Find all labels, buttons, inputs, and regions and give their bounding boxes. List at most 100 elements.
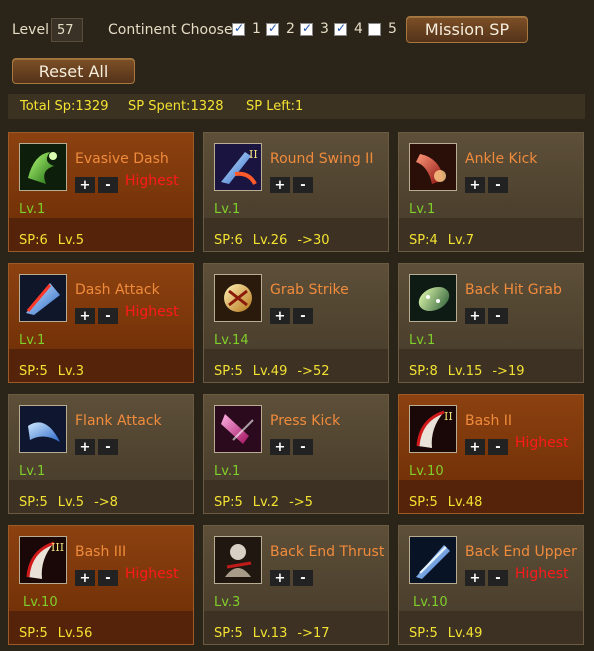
level-label: Level [12, 22, 49, 38]
minus-button[interactable]: - [488, 177, 508, 193]
continent-1-label: 1 [252, 21, 261, 37]
required-level: Lv.56 [57, 626, 93, 641]
minus-button[interactable]: - [98, 439, 118, 455]
minus-button[interactable]: - [488, 308, 508, 324]
back-hit-grab-icon [409, 274, 457, 322]
skill-name: Back End Upper [465, 544, 577, 560]
skill-card-dash-attack: Dash Attack + - Highest Lv.1 SP:5 Lv.3 [8, 263, 194, 383]
minus-button[interactable]: - [98, 177, 118, 193]
skill-name: Round Swing II [270, 151, 374, 167]
plus-button[interactable]: + [270, 308, 290, 324]
skill-card-flank-attack: Flank Attack + - Lv.1 SP:5 Lv.5 ->8 [8, 394, 194, 514]
skill-level: Lv.10 [409, 464, 444, 479]
skill-name: Back Hit Grab [465, 282, 562, 298]
back-end-upper-icon [409, 536, 457, 584]
skill-requirements: SP:5 Lv.48 [409, 495, 502, 510]
skill-level: Lv.10 [23, 595, 58, 610]
minus-button[interactable]: - [98, 308, 118, 324]
skill-name: Dash Attack [75, 282, 160, 298]
plus-button[interactable]: + [465, 439, 485, 455]
skill-card-evasive-dash: Evasive Dash + - Highest Lv.1 SP:6 Lv.5 [8, 132, 194, 252]
plus-button[interactable]: + [465, 177, 485, 193]
grab-strike-icon [214, 274, 262, 322]
skill-requirements: SP:4 Lv.7 [409, 233, 494, 248]
minus-button[interactable]: - [293, 308, 313, 324]
skill-level: Lv.14 [214, 333, 249, 348]
highest-label: Highest [515, 566, 569, 582]
sp-cost: SP:6 [214, 233, 243, 248]
minus-button[interactable]: - [293, 570, 313, 586]
skill-requirements: SP:6 Lv.26 ->30 [214, 233, 340, 248]
evasive-dash-icon [19, 143, 67, 191]
plus-button[interactable]: + [465, 570, 485, 586]
required-level: Lv.3 [57, 364, 85, 379]
skill-name: Flank Attack [75, 413, 162, 429]
sp-cost: SP:5 [214, 495, 243, 510]
plus-button[interactable]: + [75, 177, 95, 193]
header-bar: Level 57 Continent Choose: 1 2 3 4 5 Mis… [0, 0, 594, 58]
svg-text:II: II [444, 410, 453, 423]
required-level: Lv.2 [252, 495, 280, 510]
next-level: ->5 [289, 495, 313, 510]
minus-button[interactable]: - [488, 570, 508, 586]
plus-button[interactable]: + [75, 570, 95, 586]
continent-1-checkbox[interactable] [232, 21, 245, 36]
sp-spent: SP Spent:1328 [128, 99, 224, 114]
minus-button[interactable]: - [293, 177, 313, 193]
round-swing-icon: II [214, 143, 262, 191]
skill-name: Bash II [465, 413, 513, 429]
highest-label: Highest [515, 435, 569, 451]
continent-4-label: 4 [354, 21, 363, 37]
skill-level: Lv.1 [214, 202, 241, 217]
back-end-thrust-icon [214, 536, 262, 584]
skill-card-bash-iii: III Bash III + - Highest Lv.10 SP:5 Lv.56 [8, 525, 194, 645]
skill-level: Lv.10 [413, 595, 448, 610]
next-level: ->19 [492, 364, 525, 379]
minus-button[interactable]: - [98, 570, 118, 586]
plus-button[interactable]: + [75, 439, 95, 455]
skill-level: Lv.3 [214, 595, 241, 610]
skill-requirements: SP:5 Lv.56 [19, 626, 112, 641]
skill-name: Ankle Kick [465, 151, 538, 167]
continent-2-checkbox[interactable] [266, 21, 279, 36]
sp-cost: SP:5 [19, 364, 48, 379]
skill-level: Lv.1 [19, 464, 46, 479]
ankle-kick-icon [409, 143, 457, 191]
flank-attack-icon [19, 405, 67, 453]
sp-cost: SP:4 [409, 233, 438, 248]
plus-button[interactable]: + [75, 308, 95, 324]
mission-sp-button[interactable]: Mission SP [406, 16, 528, 43]
sp-cost: SP:5 [409, 495, 438, 510]
skill-level: Lv.1 [409, 333, 436, 348]
required-level: Lv.26 [252, 233, 288, 248]
highest-label: Highest [125, 566, 179, 582]
skill-level: Lv.1 [19, 333, 46, 348]
required-level: Lv.5 [57, 495, 85, 510]
highest-label: Highest [125, 304, 179, 320]
continent-5-checkbox[interactable] [368, 23, 381, 36]
continent-3-checkbox[interactable] [300, 21, 313, 36]
skill-card-ankle-kick: Ankle Kick + - Lv.1 SP:4 Lv.7 [398, 132, 584, 252]
plus-button[interactable]: + [270, 570, 290, 586]
skill-requirements: SP:6 Lv.5 [19, 233, 104, 248]
plus-button[interactable]: + [270, 177, 290, 193]
minus-button[interactable]: - [488, 439, 508, 455]
skill-card-back-end-upper: Back End Upper + - Highest Lv.10 SP:5 Lv.… [398, 525, 584, 645]
skill-name: Evasive Dash [75, 151, 169, 167]
svg-text:II: II [249, 148, 258, 161]
continent-4-checkbox[interactable] [334, 21, 347, 36]
plus-button[interactable]: + [270, 439, 290, 455]
skill-level: Lv.1 [214, 464, 241, 479]
skill-card-back-hit-grab: Back Hit Grab + - Lv.1 SP:8 Lv.15 ->19 [398, 263, 584, 383]
minus-button[interactable]: - [293, 439, 313, 455]
skill-requirements: SP:5 Lv.2 ->5 [214, 495, 323, 510]
level-input[interactable]: 57 [51, 18, 83, 42]
reset-all-button[interactable]: Reset All [12, 58, 135, 84]
skill-requirements: SP:5 Lv.5 ->8 [19, 495, 128, 510]
skill-name: Grab Strike [270, 282, 349, 298]
next-level: ->30 [297, 233, 330, 248]
bash-2-icon: II [409, 405, 457, 453]
continent-2-label: 2 [286, 21, 295, 37]
skill-card-back-end-thrust: Back End Thrust + - Lv.3 SP:5 Lv.13 ->17 [203, 525, 389, 645]
plus-button[interactable]: + [465, 308, 485, 324]
